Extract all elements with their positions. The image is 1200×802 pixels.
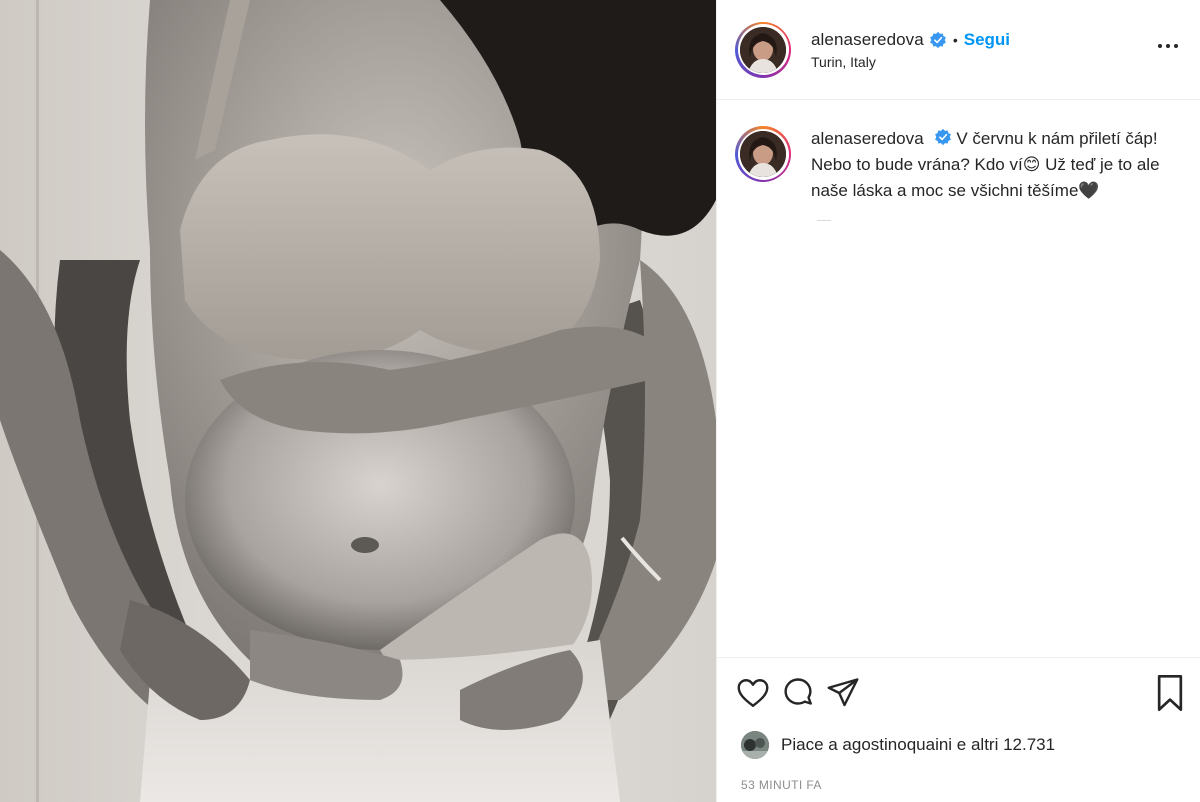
- post-side-panel: alenaseredova • Segui Turin, Italy alena…: [716, 0, 1200, 802]
- caption-username[interactable]: alenaseredova: [811, 129, 924, 148]
- caption: alenaseredova V červnu k nám přiletí čáp…: [735, 126, 1182, 204]
- more-options-icon[interactable]: [1154, 40, 1182, 52]
- caption-divider: [817, 220, 831, 221]
- action-bar: [735, 658, 1183, 728]
- follow-button[interactable]: Segui: [964, 30, 1010, 50]
- header-text: alenaseredova • Segui Turin, Italy: [811, 30, 1010, 70]
- heart-icon[interactable]: [735, 675, 771, 711]
- verified-badge-icon: [929, 31, 947, 49]
- instagram-post: alenaseredova • Segui Turin, Italy alena…: [0, 0, 1200, 802]
- separator-dot: •: [952, 31, 958, 48]
- caption-story-ring[interactable]: [735, 126, 791, 182]
- comment-icon[interactable]: [780, 675, 816, 711]
- post-footer: Piace a agostinoquaini e altri 12.731 53…: [717, 657, 1200, 802]
- caption-avatar[interactable]: [740, 131, 786, 177]
- post-image: [0, 0, 716, 802]
- likes-row[interactable]: Piace a agostinoquaini e altri 12.731: [735, 728, 1182, 762]
- location-link[interactable]: Turin, Italy: [811, 54, 1010, 70]
- liker-avatar[interactable]: [741, 731, 769, 759]
- comments-section: alenaseredova V červnu k nám přiletí čáp…: [717, 100, 1200, 657]
- caption-body: alenaseredova V červnu k nám přiletí čáp…: [811, 126, 1171, 204]
- post-photo[interactable]: [0, 0, 716, 802]
- post-timestamp[interactable]: 53 MINUTI FA: [741, 778, 1182, 792]
- likes-text: Piace a agostinoquaini e altri 12.731: [781, 735, 1056, 754]
- username[interactable]: alenaseredova: [811, 30, 924, 50]
- profile-avatar[interactable]: [740, 26, 786, 73]
- paper-plane-icon[interactable]: [825, 675, 861, 711]
- bookmark-icon[interactable]: [1152, 675, 1188, 711]
- post-header: alenaseredova • Segui Turin, Italy: [717, 0, 1200, 100]
- story-ring[interactable]: [735, 21, 791, 78]
- verified-badge-icon: [934, 128, 952, 146]
